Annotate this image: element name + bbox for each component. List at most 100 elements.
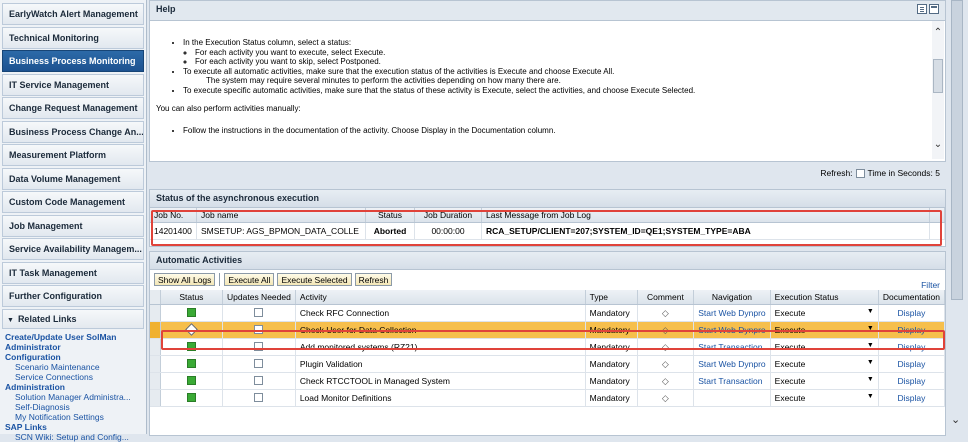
row-selector[interactable] bbox=[150, 355, 161, 373]
documentation-link[interactable]: Display bbox=[878, 372, 946, 390]
col-selector[interactable] bbox=[150, 290, 161, 305]
table-row[interactable]: Add monitored systems (RZ21) Mandatory ◇ St… bbox=[150, 338, 946, 356]
documentation-link[interactable]: Display bbox=[878, 304, 946, 322]
updates-checkbox[interactable] bbox=[254, 375, 264, 385]
nav-it-task-management[interactable]: IT Task Management bbox=[2, 261, 144, 284]
comment-cell[interactable]: ◇ bbox=[637, 338, 695, 356]
updates-needed-cell[interactable] bbox=[222, 355, 296, 373]
nav-business-process-change[interactable]: Business Process Change An... bbox=[2, 120, 144, 143]
scroll-down-icon[interactable]: ⌄ bbox=[932, 139, 944, 151]
related-links-header[interactable]: ▼ Related Links bbox=[2, 309, 144, 329]
link-scenario-maintenance[interactable]: Scenario Maintenance bbox=[5, 362, 146, 372]
refresh-button[interactable]: Refresh bbox=[354, 273, 393, 286]
dropdown-arrow-icon[interactable]: ▼ bbox=[867, 325, 874, 335]
nav-change-request-management[interactable]: Change Request Management bbox=[2, 97, 144, 119]
nav-it-service-management[interactable]: IT Service Management bbox=[2, 73, 144, 96]
nav-job-management[interactable]: Job Management bbox=[2, 214, 144, 237]
dropdown-arrow-icon[interactable]: ▼ bbox=[867, 342, 874, 352]
nav-service-availability[interactable]: Service Availability Managem... bbox=[2, 238, 144, 260]
execute-selected-button[interactable]: Execute Selected bbox=[277, 273, 352, 286]
navigation-link[interactable]: Start Web Dynpro bbox=[693, 321, 771, 339]
dropdown-arrow-icon[interactable]: ▼ bbox=[867, 308, 874, 318]
row-selector[interactable] bbox=[150, 389, 161, 407]
navigation-link[interactable]: Start Web Dynpro bbox=[693, 304, 771, 322]
dropdown-arrow-icon[interactable]: ▼ bbox=[867, 359, 874, 369]
row-selector[interactable] bbox=[150, 304, 161, 322]
execution-status-select[interactable]: Execute ▼ bbox=[770, 389, 879, 407]
link-notification-settings[interactable]: My Notification Settings bbox=[5, 412, 146, 422]
updates-needed-cell[interactable] bbox=[222, 321, 296, 339]
table-row[interactable]: Check User for Data Collection Mandatory ◇… bbox=[150, 321, 946, 339]
comment-icon[interactable]: ◇ bbox=[662, 393, 669, 403]
col-comment[interactable]: Comment bbox=[637, 290, 695, 305]
row-selector[interactable] bbox=[150, 338, 161, 356]
navigation-link[interactable]: Start Transaction bbox=[693, 372, 771, 390]
nav-data-volume-management[interactable]: Data Volume Management bbox=[2, 167, 144, 190]
nav-measurement-platform[interactable]: Measurement Platform bbox=[2, 144, 144, 166]
comment-icon[interactable]: ◇ bbox=[662, 325, 669, 335]
col-execution-status[interactable]: Execution Status bbox=[770, 290, 879, 305]
navigation-link[interactable]: Start Transaction bbox=[693, 338, 771, 356]
comment-cell[interactable]: ◇ bbox=[637, 321, 695, 339]
table-row[interactable]: Check RTCCTOOL in Managed System Mandator… bbox=[150, 372, 946, 390]
table-row[interactable]: 14201400 SMSETUP: AGS_BPMON_DATA_COLLE A… bbox=[150, 222, 945, 240]
comment-icon[interactable]: ◇ bbox=[662, 376, 669, 386]
col-status[interactable]: Status bbox=[160, 290, 224, 305]
col-status[interactable]: Status bbox=[365, 208, 415, 223]
dropdown-arrow-icon[interactable]: ▼ bbox=[867, 393, 874, 403]
execution-status-select[interactable]: Execute ▼ bbox=[770, 304, 879, 322]
execution-status-select[interactable]: Execute ▼ bbox=[770, 321, 879, 339]
nav-business-process-monitoring[interactable]: Business Process Monitoring bbox=[2, 50, 144, 72]
updates-checkbox[interactable] bbox=[254, 358, 264, 368]
execution-status-select[interactable]: Execute ▼ bbox=[770, 338, 879, 356]
table-row[interactable]: Plugin Validation Mandatory ◇ Start Web Dyn… bbox=[150, 355, 946, 373]
updates-checkbox[interactable] bbox=[254, 324, 264, 334]
col-activity[interactable]: Activity bbox=[295, 290, 586, 305]
navigation-link[interactable] bbox=[693, 389, 771, 407]
col-updates-needed[interactable]: Updates Needed bbox=[222, 290, 296, 305]
navigation-link[interactable]: Start Web Dynpro bbox=[693, 355, 771, 373]
documentation-link[interactable]: Display bbox=[878, 389, 946, 407]
link-solution-manager-admin[interactable]: Solution Manager Administra... bbox=[5, 392, 146, 402]
row-selector[interactable] bbox=[150, 372, 161, 390]
updates-checkbox[interactable] bbox=[254, 307, 264, 317]
help-list-icon[interactable] bbox=[917, 4, 927, 14]
dropdown-arrow-icon[interactable]: ▼ bbox=[867, 376, 874, 386]
nav-custom-code-management[interactable]: Custom Code Management bbox=[2, 191, 144, 213]
comment-icon[interactable]: ◇ bbox=[662, 308, 669, 318]
updates-checkbox[interactable] bbox=[254, 392, 264, 402]
col-job-name[interactable]: Job name bbox=[196, 208, 366, 223]
page-scroll-down-icon[interactable]: ⌄ bbox=[951, 413, 960, 426]
help-maximize-icon[interactable] bbox=[929, 4, 939, 14]
filter-link[interactable]: Filter bbox=[921, 280, 940, 290]
help-scrollbar[interactable]: ⌃ ⌄ bbox=[932, 21, 944, 159]
nav-further-configuration[interactable]: Further Configuration bbox=[2, 285, 144, 307]
col-navigation[interactable]: Navigation bbox=[693, 290, 771, 305]
comment-icon[interactable]: ◇ bbox=[662, 342, 669, 352]
comment-icon[interactable]: ◇ bbox=[662, 359, 669, 369]
col-job-no[interactable]: Job No. bbox=[150, 208, 197, 223]
show-all-logs-button[interactable]: Show All Logs bbox=[154, 273, 216, 286]
updates-needed-cell[interactable] bbox=[222, 372, 296, 390]
scroll-thumb[interactable] bbox=[933, 59, 943, 93]
page-scrollbar[interactable]: ⌄ bbox=[947, 0, 968, 434]
execute-all-button[interactable]: Execute All bbox=[224, 273, 275, 286]
nav-earlywatch[interactable]: EarlyWatch Alert Management bbox=[2, 3, 144, 25]
col-documentation[interactable]: Documentation bbox=[878, 290, 946, 305]
col-type[interactable]: Type bbox=[585, 290, 638, 305]
link-self-diagnosis[interactable]: Self-Diagnosis bbox=[5, 402, 146, 412]
execution-status-select[interactable]: Execute ▼ bbox=[770, 372, 879, 390]
table-row[interactable]: Load Monitor Definitions Mandatory ◇ Execut… bbox=[150, 389, 946, 407]
updates-needed-cell[interactable] bbox=[222, 389, 296, 407]
documentation-link[interactable]: Display bbox=[878, 338, 946, 356]
updates-checkbox[interactable] bbox=[254, 341, 264, 351]
comment-cell[interactable]: ◇ bbox=[637, 355, 695, 373]
scroll-up-icon[interactable]: ⌃ bbox=[932, 27, 944, 39]
page-scroll-thumb[interactable] bbox=[951, 0, 963, 300]
table-row[interactable]: Check RFC Connection Mandatory ◇ Start Web … bbox=[150, 304, 946, 322]
col-job-duration[interactable]: Job Duration bbox=[414, 208, 482, 223]
updates-needed-cell[interactable] bbox=[222, 338, 296, 356]
col-last-message[interactable]: Last Message from Job Log bbox=[481, 208, 930, 223]
execution-status-select[interactable]: Execute ▼ bbox=[770, 355, 879, 373]
link-service-connections[interactable]: Service Connections bbox=[5, 372, 146, 382]
